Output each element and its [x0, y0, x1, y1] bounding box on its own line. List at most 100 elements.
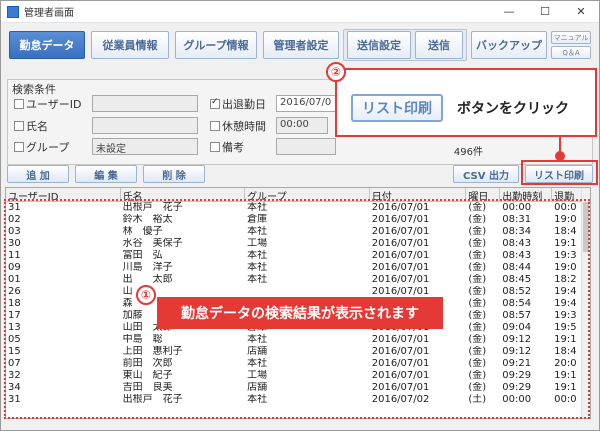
csv-export-button[interactable]: CSV 出力 — [453, 165, 519, 183]
send-settings-button[interactable]: 送信設定 — [347, 31, 411, 59]
cell-date: 2016/07/01 — [371, 382, 430, 393]
group-select[interactable]: 未設定 — [92, 138, 198, 155]
scroll-thumb[interactable] — [583, 202, 589, 252]
tab-attendance-data[interactable]: 勤怠データ — [9, 31, 85, 59]
break-field[interactable]: 00:00 — [276, 117, 328, 134]
header-date[interactable]: 日付 — [370, 188, 467, 201]
table-row[interactable]: 03 林 優子 本社 2016/07/01 (金) 08:34 18:4 — [6, 226, 590, 238]
cell-group: 本社 — [247, 358, 268, 369]
cell-weekday: (金) — [468, 274, 487, 285]
user-id-checkbox[interactable] — [14, 99, 24, 109]
cell-user-id: 03 — [8, 226, 21, 237]
title-bar: 管理者画面 — ☐ ✕ — [1, 1, 599, 23]
table-row[interactable]: 11 富田 弘本社 2016/07/01 (金) 08:43 19:3 — [6, 250, 590, 262]
edit-button[interactable]: 編 集 — [75, 165, 137, 183]
cell-name: 出根戸 花子 — [122, 202, 183, 213]
cell-user-id: 26 — [8, 286, 21, 297]
callout-badge-2: ② — [326, 62, 346, 82]
cell-group: 本社 — [247, 262, 268, 273]
cell-clock-in: 09:12 — [502, 346, 532, 357]
main-window: 管理者画面 — ☐ ✕ 勤怠データ 従業員情報 グループ情報 管理者設定 送信設… — [0, 0, 600, 431]
name-field[interactable] — [92, 117, 198, 134]
table-row[interactable]: 01 出 太郎 本社 2016/07/01 (金) 08:45 18:2 — [6, 274, 590, 286]
minimize-button[interactable]: — — [491, 1, 527, 23]
user-id-field[interactable] — [92, 95, 198, 112]
cell-weekday: (金) — [468, 346, 487, 357]
cell-weekday: (金) — [468, 262, 487, 273]
cell-group: 本社 — [247, 334, 268, 345]
cell-name: 東山 紀子 — [122, 370, 173, 381]
cell-user-id: 34 — [8, 382, 21, 393]
table-row[interactable]: 05 中島 聡本社 2016/07/01 (金) 09:12 19:1 — [6, 334, 590, 346]
table-row[interactable]: 30 水谷 美保子 工場 2016/07/01 (金) 08:43 19:1 — [6, 238, 590, 250]
cell-user-id: 15 — [8, 346, 21, 357]
cell-user-id: 02 — [8, 214, 21, 225]
cell-clock-in: 08:43 — [502, 250, 532, 261]
backup-button[interactable]: バックアップ — [471, 31, 547, 59]
cell-user-id: 31 — [8, 394, 21, 405]
delete-button[interactable]: 削 除 — [143, 165, 205, 183]
cell-date: 2016/07/01 — [371, 334, 430, 345]
add-button[interactable]: 追 加 — [7, 165, 69, 183]
cell-user-id: 17 — [8, 310, 21, 321]
cell-name: 上田 惠利子 — [122, 346, 183, 357]
cell-group: 本社 — [247, 202, 268, 213]
name-checkbox[interactable] — [14, 121, 24, 131]
cell-weekday: (金) — [468, 370, 487, 381]
callout-box-2: リスト印刷 ボタンをクリック — [335, 68, 597, 137]
table-row[interactable]: 07 前田 次郎 本社 2016/07/01 (金) 09:21 20:0 — [6, 358, 590, 370]
header-group[interactable]: グループ — [245, 188, 370, 201]
tab-admin-settings[interactable]: 管理者設定 — [263, 31, 339, 59]
cell-weekday: (金) — [468, 322, 487, 333]
table-row[interactable]: 31 出根戸 花子 本社 2016/07/01 (金) 00:00 00:0 — [6, 202, 590, 214]
cell-name: 中島 聡 — [122, 334, 163, 345]
cell-weekday: (金) — [468, 382, 487, 393]
cell-group: 本社 — [247, 250, 268, 261]
manual-button[interactable]: マニュアル — [551, 31, 591, 44]
table-row[interactable]: 02 鈴木 裕太 倉庫 2016/07/01 (金) 08:31 19:0 — [6, 214, 590, 226]
header-clock-in[interactable]: 出勤時刻 — [500, 188, 553, 201]
group-checkbox[interactable] — [14, 142, 24, 152]
table-row[interactable]: 34 吉田 良美 店舗 2016/07/01 (金) 09:29 19:1 — [6, 382, 590, 394]
result-count: 496件 — [453, 147, 483, 158]
cell-user-id: 18 — [8, 298, 21, 309]
maximize-button[interactable]: ☐ — [527, 1, 563, 23]
cell-name: 出根戸 花子 — [122, 394, 183, 405]
table-row[interactable]: 32 東山 紀子 工場 2016/07/01 (金) 09:29 19:1 — [6, 370, 590, 382]
header-name[interactable]: 氏名 — [121, 188, 246, 201]
cell-date: 2016/07/01 — [371, 274, 430, 285]
header-weekday[interactable]: 曜日 — [466, 188, 501, 201]
cell-clock-in: 09:29 — [502, 382, 532, 393]
cell-date: 2016/07/01 — [371, 238, 430, 249]
vertical-scrollbar[interactable] — [581, 188, 590, 418]
cell-date: 2016/07/01 — [371, 202, 430, 213]
tab-employee-info[interactable]: 従業員情報 — [91, 31, 169, 59]
note-field[interactable] — [276, 138, 336, 155]
date-checkbox[interactable] — [210, 97, 220, 109]
cell-group: 店舗 — [247, 382, 268, 393]
cell-clock-in: 08:54 — [502, 298, 532, 309]
cell-clock-in: 08:34 — [502, 226, 532, 237]
break-checkbox[interactable] — [210, 121, 220, 131]
cell-clock-in: 08:52 — [502, 286, 532, 297]
cell-clock-in: 09:12 — [502, 334, 532, 345]
table-row[interactable]: 31 出根戸 花子 本社 2016/07/02 (土) 00:00 00:0 — [6, 394, 590, 406]
header-user-id[interactable]: ユーザーID — [6, 188, 121, 201]
tab-group-info[interactable]: グループ情報 — [175, 31, 257, 59]
qa-button[interactable]: Q＆A — [551, 46, 591, 59]
cell-date: 2016/07/01 — [371, 358, 430, 369]
cell-clock-in: 08:57 — [502, 310, 532, 321]
main-toolbar: 勤怠データ 従業員情報 グループ情報 管理者設定 送信設定 送信 バックアップ … — [9, 29, 591, 61]
close-button[interactable]: ✕ — [563, 1, 599, 23]
date-field[interactable]: 2016/07/0 — [276, 95, 336, 112]
send-button[interactable]: 送信 — [415, 31, 463, 59]
note-checkbox[interactable] — [210, 142, 220, 152]
cell-clock-in: 09:21 — [502, 358, 532, 369]
table-row[interactable]: 15 上田 惠利子 店舗 2016/07/01 (金) 09:12 18:4 — [6, 346, 590, 358]
cell-date: 2016/07/02 — [371, 394, 430, 405]
cell-name: 林 優子 — [122, 226, 163, 237]
table-row[interactable]: 09 川島 洋子 本社 2016/07/01 (金) 08:44 19:0 — [6, 262, 590, 274]
break-label: 休憩時間 — [222, 120, 266, 133]
print-button-sample: リスト印刷 — [351, 94, 443, 122]
cell-date: 2016/07/01 — [371, 226, 430, 237]
